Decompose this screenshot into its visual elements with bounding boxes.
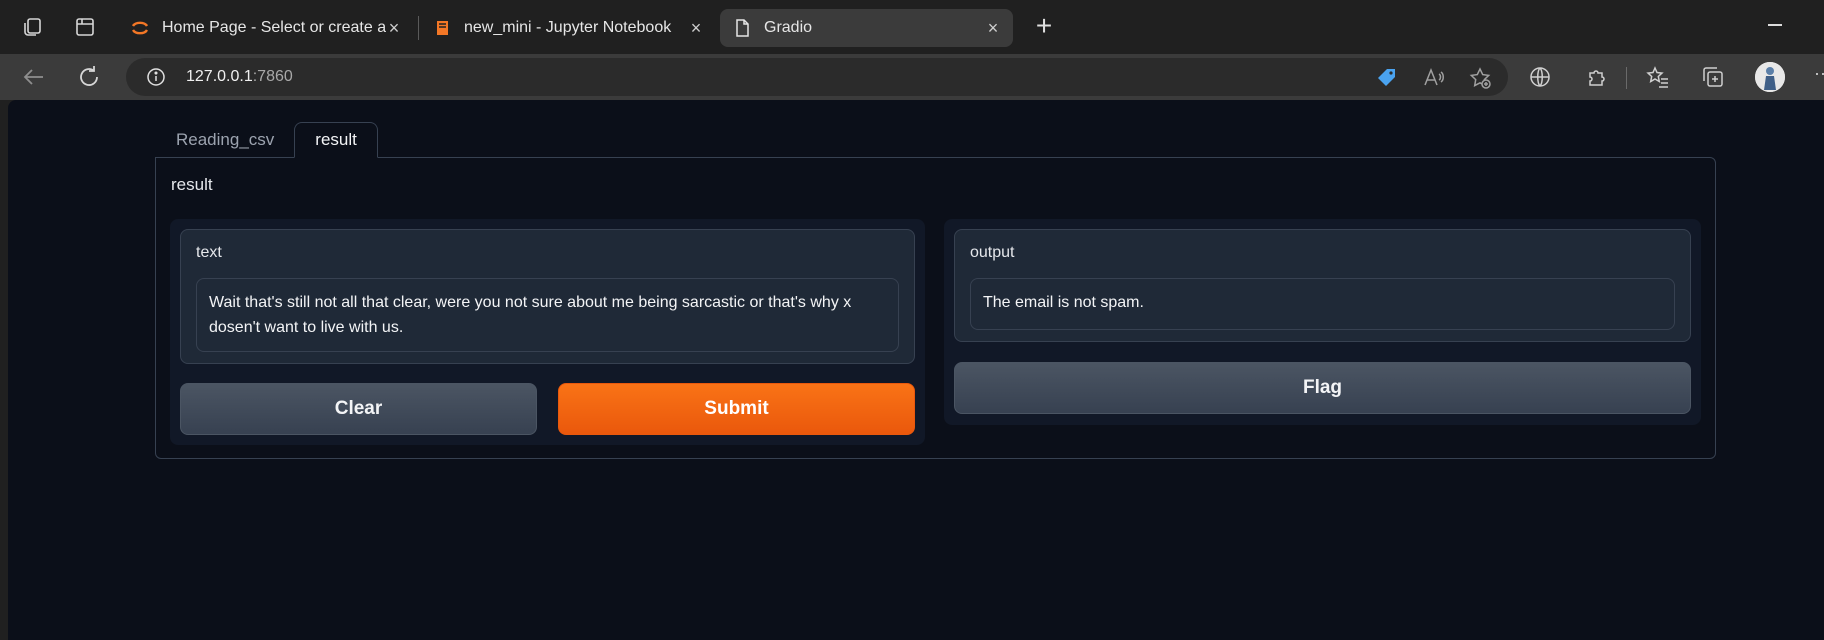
tab-reading-csv[interactable]: Reading_csv (156, 122, 294, 158)
text-input-label: text (196, 244, 222, 261)
submit-button[interactable]: Submit (558, 383, 915, 435)
collections-icon[interactable] (1701, 65, 1725, 89)
url-port: :7860 (252, 68, 293, 85)
refresh-icon[interactable] (75, 63, 103, 91)
more-options-icon[interactable]: ··· (1814, 63, 1824, 84)
favorites-icon[interactable] (1646, 65, 1670, 89)
input-column: text Wait that's still not all that clea… (170, 219, 925, 445)
output-label: output (970, 244, 1015, 261)
page-icon (732, 18, 752, 38)
back-arrow-icon[interactable] (20, 63, 48, 91)
output-block: output The email is not spam. (954, 229, 1691, 342)
browser-tab-home[interactable]: Home Page - Select or create a n × (118, 9, 414, 47)
close-tab-icon[interactable]: × (985, 19, 1001, 37)
jupyter-spinner-icon (130, 18, 150, 38)
address-bar[interactable]: 127.0.0.1:7860 (126, 58, 1508, 96)
browser-tab-bar: Home Page - Select or create a n × new_m… (0, 0, 1824, 54)
tab-actions-icon[interactable] (72, 14, 98, 40)
browser-tab-gradio[interactable]: Gradio × (720, 9, 1013, 47)
browser-toolbar: 127.0.0.1:7860 ··· (0, 54, 1824, 100)
panel-title: result (171, 175, 213, 194)
browser-tab-notebook[interactable]: new_mini - Jupyter Notebook × (420, 9, 716, 47)
add-favorite-icon[interactable] (1468, 66, 1492, 90)
notebook-icon (432, 18, 452, 38)
site-info-icon[interactable] (146, 67, 166, 87)
new-tab-icon[interactable]: + (1030, 12, 1058, 41)
flag-button[interactable]: Flag (954, 362, 1691, 414)
browser-tab-title: Gradio (764, 19, 813, 36)
extensions-icon[interactable] (1585, 65, 1609, 89)
gradio-tab-nav: Reading_csv result (156, 122, 378, 158)
close-tab-icon[interactable]: × (688, 19, 704, 37)
url-host: 127.0.0.1 (186, 68, 253, 85)
text-input-block: text Wait that's still not all that clea… (180, 229, 915, 364)
url-text: 127.0.0.1:7860 (186, 68, 293, 86)
workspaces-icon[interactable] (20, 14, 46, 40)
tab-result[interactable]: result (294, 122, 378, 158)
profile-avatar[interactable] (1755, 62, 1785, 92)
result-tab-panel: result text Wait that's still not all th… (155, 157, 1716, 459)
output-field[interactable]: The email is not spam. (970, 278, 1675, 330)
minimize-icon[interactable] (1768, 24, 1782, 26)
close-tab-icon[interactable]: × (386, 19, 402, 37)
tab-divider (418, 16, 419, 40)
clear-button[interactable]: Clear (180, 383, 537, 435)
read-aloud-icon[interactable] (1422, 66, 1446, 90)
browser-tab-title: new_mini - Jupyter Notebook (464, 19, 672, 36)
text-input-field[interactable]: Wait that's still not all that clear, we… (196, 278, 899, 352)
output-column: output The email is not spam. Flag (944, 219, 1701, 425)
globe-icon[interactable] (1528, 65, 1552, 89)
browser-tab-title: Home Page - Select or create a n (162, 19, 386, 36)
page-viewport: Reading_csv result result text Wait that… (8, 100, 1824, 640)
coupon-tag-icon[interactable] (1375, 66, 1399, 90)
toolbar-divider (1626, 67, 1627, 89)
